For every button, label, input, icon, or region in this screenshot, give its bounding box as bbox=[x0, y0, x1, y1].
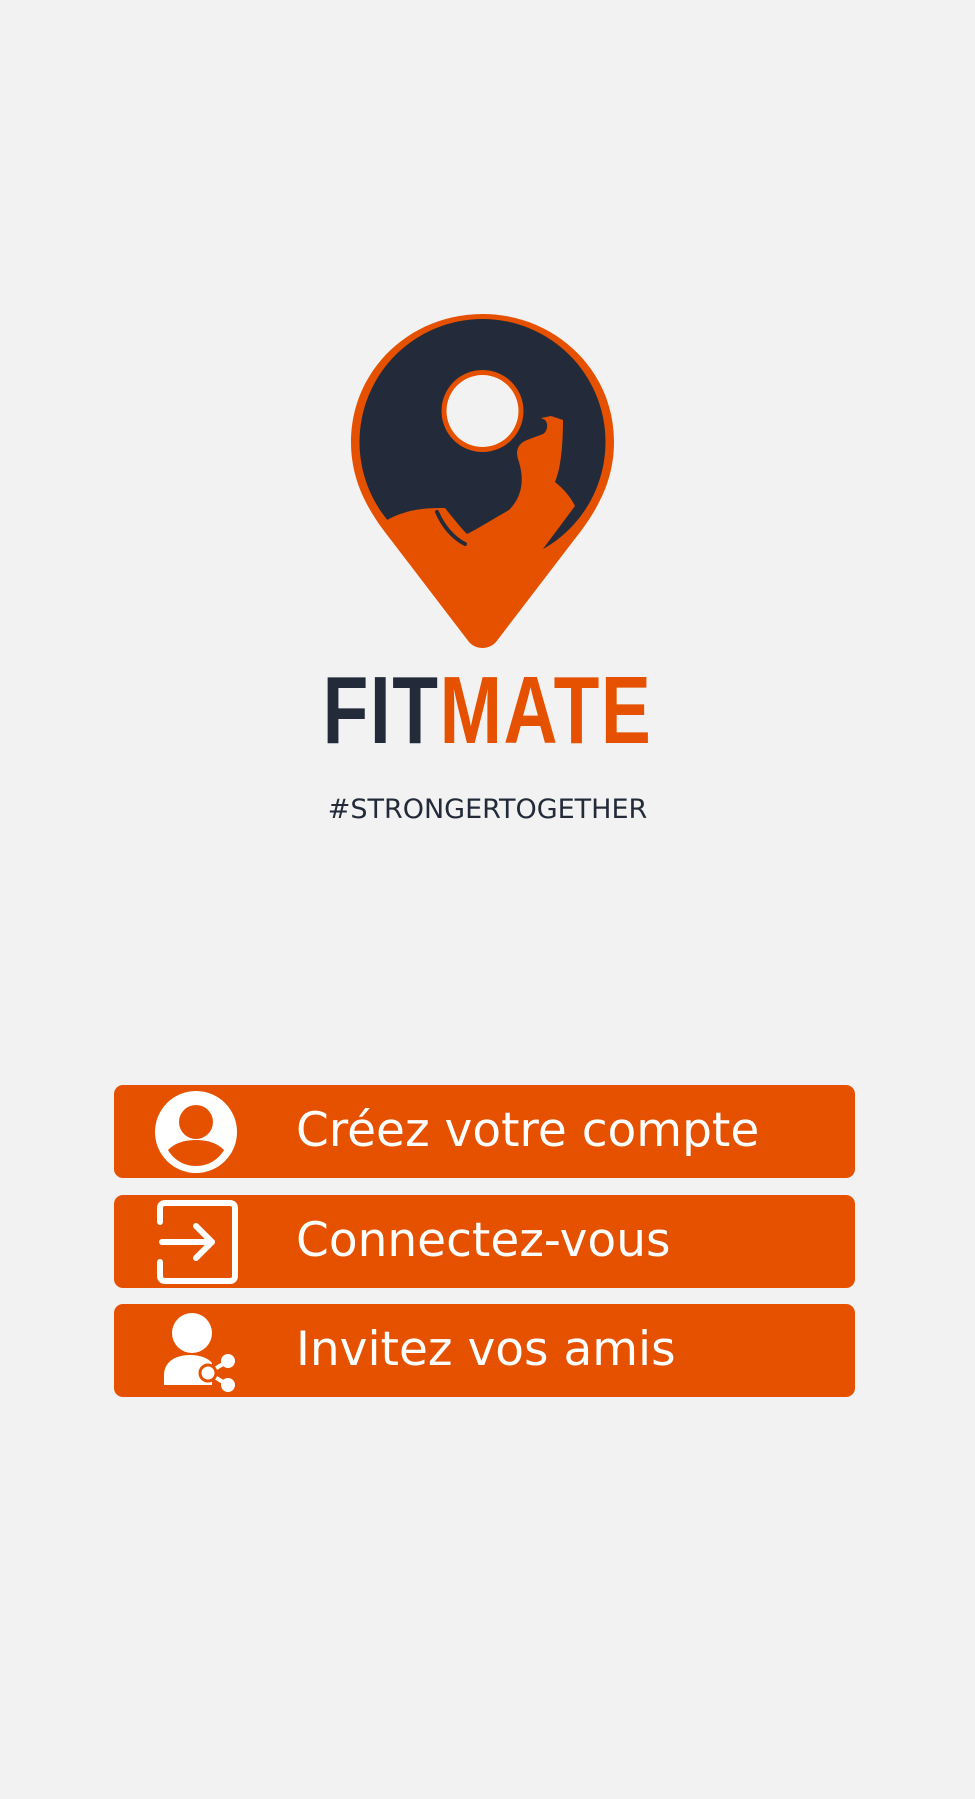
location-pin-flexed-arm-icon bbox=[351, 314, 614, 648]
brand-tagline: #STRONGERTOGETHER bbox=[327, 794, 648, 825]
create-account-label: Créez votre compte bbox=[296, 1103, 760, 1158]
create-account-button[interactable]: Créez votre compte bbox=[114, 1085, 855, 1178]
brand-wordmark: FITMATE bbox=[107, 661, 868, 761]
user-circle-icon bbox=[155, 1091, 237, 1173]
brand-name-mate: MATE bbox=[439, 657, 653, 764]
invite-friends-label: Invitez vos amis bbox=[296, 1322, 676, 1377]
user-share-icon bbox=[164, 1313, 235, 1392]
login-button[interactable]: Connectez-vous bbox=[114, 1195, 855, 1288]
sign-in-icon bbox=[157, 1200, 238, 1284]
invite-friends-button[interactable]: Invitez vos amis bbox=[114, 1304, 855, 1397]
login-label: Connectez-vous bbox=[296, 1213, 671, 1268]
brand-name-fit: FIT bbox=[322, 657, 440, 764]
